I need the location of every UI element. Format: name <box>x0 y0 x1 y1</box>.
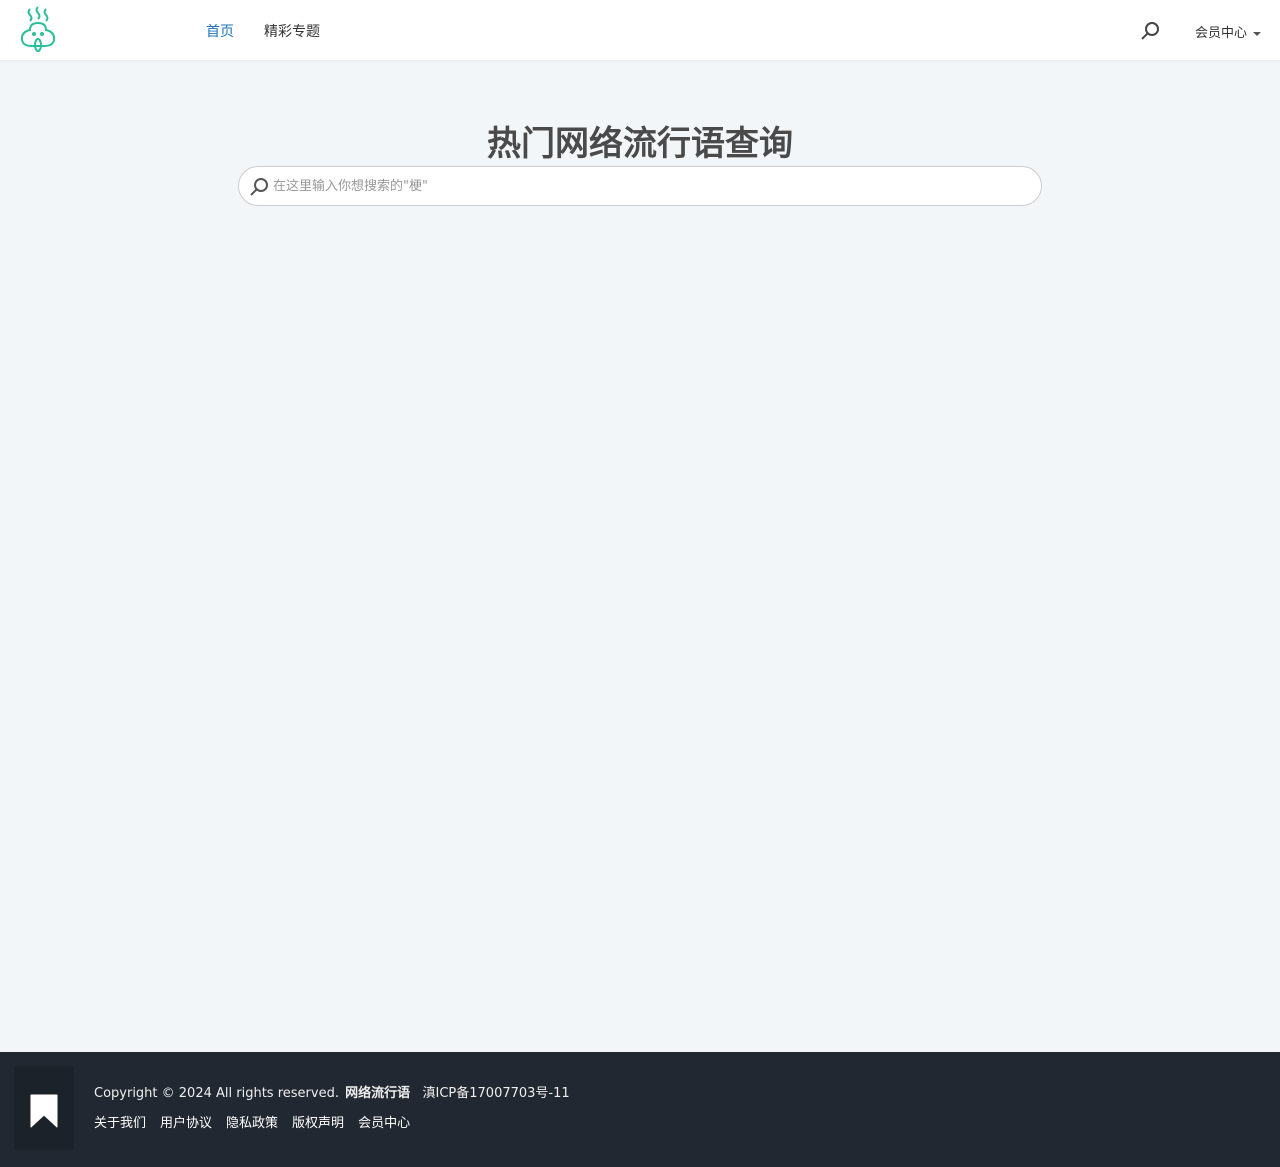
top-navbar: 首页 精彩专题 会员中心 <box>0 0 1280 60</box>
bookmark-icon <box>30 1094 58 1128</box>
copyright-text: Copyright © 2024 All rights reserved. <box>94 1086 339 1101</box>
footer-link-copyright[interactable]: 版权声明 <box>292 1112 344 1131</box>
footer-link-agreement[interactable]: 用户协议 <box>160 1112 212 1131</box>
footer-link-about[interactable]: 关于我们 <box>94 1112 146 1131</box>
copyright: Copyright © 2024 All rights reserved. 网络… <box>94 1082 570 1101</box>
search-bar <box>238 166 1042 206</box>
site-logo[interactable] <box>18 5 58 55</box>
nav-home[interactable]: 首页 <box>206 21 234 41</box>
footer: Copyright © 2024 All rights reserved. 网络… <box>0 1052 1280 1167</box>
footer-links: 关于我们 用户协议 隐私政策 版权声明 会员中心 <box>94 1112 410 1131</box>
main-nav: 首页 精彩专题 <box>206 21 320 41</box>
page-title: 热门网络流行语查询 <box>487 124 793 164</box>
search-input[interactable] <box>273 175 1023 197</box>
search-icon[interactable] <box>1140 21 1160 41</box>
footer-badge <box>14 1066 74 1150</box>
nav-topics[interactable]: 精彩专题 <box>264 21 320 41</box>
caret-down-icon <box>1253 31 1262 36</box>
icp-link[interactable]: 滇ICP备17007703号-11 <box>423 1086 570 1101</box>
member-center-dropdown[interactable]: 会员中心 <box>1195 22 1262 41</box>
footer-link-member[interactable]: 会员中心 <box>358 1112 410 1131</box>
footer-link-privacy[interactable]: 隐私政策 <box>226 1112 278 1131</box>
site-name-link[interactable]: 网络流行语 <box>345 1086 410 1101</box>
member-center-label: 会员中心 <box>1195 26 1248 41</box>
search-icon <box>250 178 268 196</box>
